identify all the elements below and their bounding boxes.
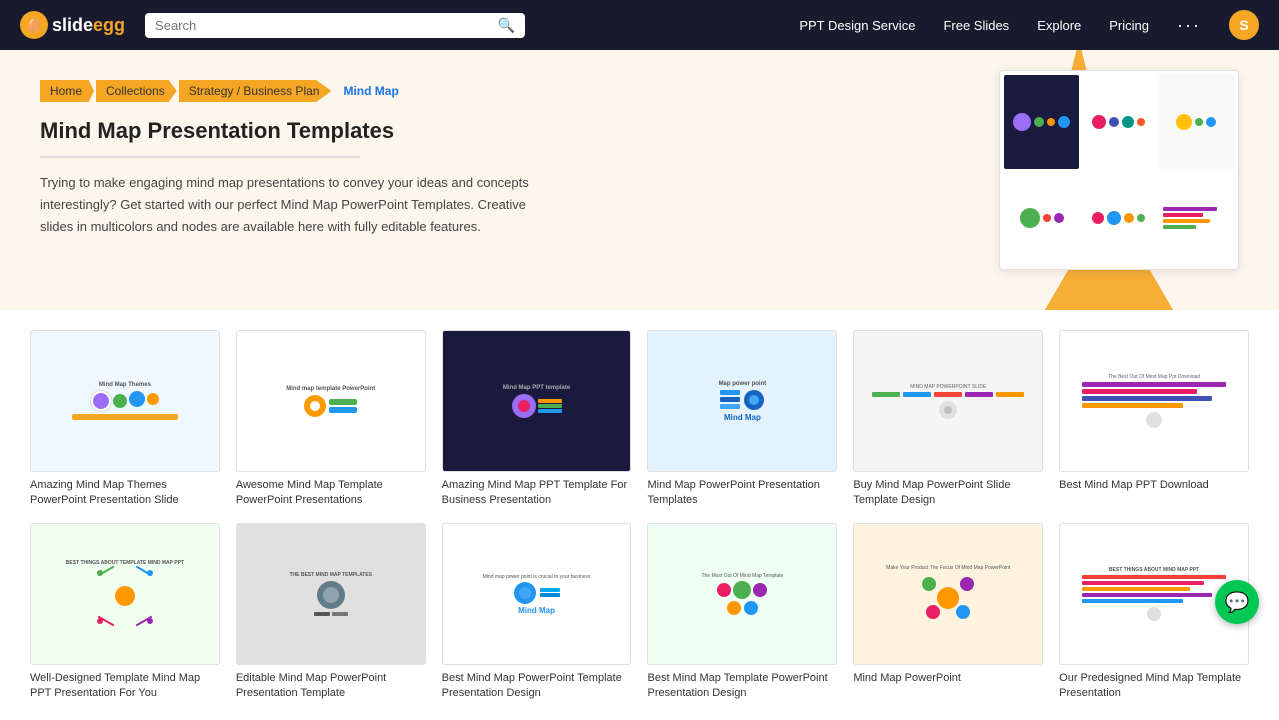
breadcrumb-collections[interactable]: Collections — [96, 80, 179, 102]
template-title-9: Best Mind Map PowerPoint Template Presen… — [442, 671, 632, 700]
templates-row-2: BEST THINGS ABOUT TEMPLATE MIND MAP PPT — [30, 523, 1249, 700]
breadcrumb-home[interactable]: Home — [40, 80, 96, 102]
hero-section: Home Collections Strategy / Business Pla… — [0, 50, 1279, 310]
hero-preview-grid — [999, 70, 1239, 270]
preview-cell-6 — [1159, 171, 1234, 265]
hero-description: Trying to make engaging mind map present… — [40, 172, 560, 238]
preview-cell-3 — [1159, 75, 1234, 169]
template-card-4: Map power point Mind Map Mind Map — [647, 330, 837, 507]
template-card-11: Make Your Product The Focus Of Mind Map … — [853, 523, 1043, 700]
template-card-5: MIND MAP POWERPOINT SLIDE Buy Mind Map P… — [853, 330, 1043, 507]
template-title-12: Our Predesigned Mind Map Template Presen… — [1059, 671, 1249, 700]
template-title-3: Amazing Mind Map PPT Template For Busine… — [442, 478, 632, 507]
search-icon: 🔍 — [498, 17, 515, 34]
template-card-3: Mind Map PPT template Amazing Mind Map P… — [442, 330, 632, 507]
more-options-icon[interactable]: ··· — [1177, 15, 1201, 36]
template-thumb-2[interactable]: Mind map template PowerPoint — [236, 330, 426, 472]
title-divider — [40, 156, 360, 158]
template-title-5: Buy Mind Map PowerPoint Slide Template D… — [853, 478, 1043, 507]
template-thumb-5[interactable]: MIND MAP POWERPOINT SLIDE — [853, 330, 1043, 472]
chat-widget[interactable]: 💬 — [1215, 580, 1259, 624]
chat-icon: 💬 — [1225, 590, 1250, 615]
template-title-4: Mind Map PowerPoint Presentation Templat… — [647, 478, 837, 507]
nav-explore[interactable]: Explore — [1037, 18, 1081, 33]
template-title-10: Best Mind Map Template PowerPoint Presen… — [647, 671, 837, 700]
template-card-6: The Best Out Of Mind Map Ppt Download Be… — [1059, 330, 1249, 507]
template-card-8: The Best Mind Map Templates Editable Min… — [236, 523, 426, 700]
template-title-6: Best Mind Map PPT Download — [1059, 478, 1249, 492]
search-bar: 🔍 — [145, 13, 525, 38]
template-title-11: Mind Map PowerPoint — [853, 671, 1043, 685]
preview-cell-4 — [1004, 171, 1079, 265]
search-input[interactable] — [155, 18, 490, 33]
nav-links: PPT Design Service Free Slides Explore P… — [799, 10, 1259, 40]
preview-cell-5 — [1081, 171, 1156, 265]
logo-text: slideegg — [52, 15, 125, 36]
breadcrumb-strategy[interactable]: Strategy / Business Plan — [179, 80, 334, 102]
template-thumb-1[interactable]: Mind Map Themes — [30, 330, 220, 472]
template-card-9: Mind map power point is crucial to your … — [442, 523, 632, 700]
breadcrumb-strategy-link[interactable]: Strategy / Business Plan — [179, 80, 332, 102]
template-title-1: Amazing Mind Map Themes PowerPoint Prese… — [30, 478, 220, 507]
template-card-1: Mind Map Themes Amazing Mind Map Themes … — [30, 330, 220, 507]
nav-ppt-design[interactable]: PPT Design Service — [799, 18, 915, 33]
template-title-8: Editable Mind Map PowerPoint Presentatio… — [236, 671, 426, 700]
template-card-10: The Most Out Of Mind Map Template Best M… — [647, 523, 837, 700]
template-title-7: Well-Designed Template Mind Map PPT Pres… — [30, 671, 220, 700]
template-thumb-3[interactable]: Mind Map PPT template — [442, 330, 632, 472]
nav-pricing[interactable]: Pricing — [1109, 18, 1149, 33]
navbar: 🥚 slideegg 🔍 PPT Design Service Free Sli… — [0, 0, 1279, 50]
template-title-2: Awesome Mind Map Template PowerPoint Pre… — [236, 478, 426, 507]
logo[interactable]: 🥚 slideegg — [20, 11, 125, 39]
template-card-2: Mind map template PowerPoint Awesome Min… — [236, 330, 426, 507]
preview-cell-2 — [1081, 75, 1156, 169]
preview-cell-1 — [1004, 75, 1079, 169]
nav-free-slides[interactable]: Free Slides — [943, 18, 1009, 33]
template-thumb-4[interactable]: Map power point Mind Map — [647, 330, 837, 472]
breadcrumb-home-link[interactable]: Home — [40, 80, 94, 102]
avatar[interactable]: S — [1229, 10, 1259, 40]
breadcrumb-collections-link[interactable]: Collections — [96, 80, 177, 102]
template-card-7: BEST THINGS ABOUT TEMPLATE MIND MAP PPT — [30, 523, 220, 700]
breadcrumb-mindmap: Mind Map — [333, 80, 412, 102]
template-thumb-6[interactable]: The Best Out Of Mind Map Ppt Download — [1059, 330, 1249, 472]
logo-icon: 🥚 — [20, 11, 48, 39]
templates-row-1: Mind Map Themes Amazing Mind Map Themes … — [30, 330, 1249, 507]
breadcrumb-mindmap-label: Mind Map — [333, 80, 410, 102]
templates-section: Mind Map Themes Amazing Mind Map Themes … — [0, 310, 1279, 720]
